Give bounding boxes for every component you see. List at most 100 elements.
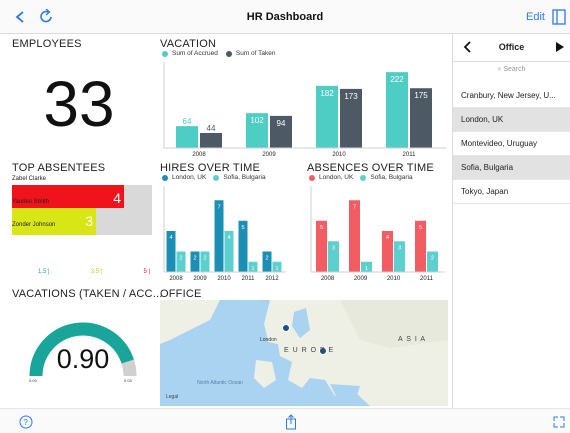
sidebar-search-input[interactable]: ⌕ Search: [453, 66, 570, 74]
gauge-value: 0.90: [56, 344, 110, 374]
data-label: 4: [169, 235, 172, 241]
bar[interactable]: [176, 126, 198, 148]
vacation-bar-chart[interactable]: 64 44 2008 102 94 2009 182 173 2010 222 175 2011: [162, 62, 446, 158]
x-tick-label: 2010: [387, 276, 401, 282]
sidebar-item[interactable]: Tokyo, Japan: [453, 180, 570, 204]
scale-label: 5 |: [143, 269, 150, 275]
x-tick-label: 2012: [265, 276, 279, 282]
bar[interactable]: [200, 132, 222, 148]
map-label-north-atlantic: North Atlantic Ocean: [197, 380, 243, 386]
hires-bar-chart[interactable]: 4 2 2008 2 2 2009 7 4 2010 5 1 2011 2 1 2012: [162, 186, 286, 282]
fullscreen-icon[interactable]: [553, 416, 565, 428]
search-icon: ⌕: [497, 66, 502, 73]
data-label: 44: [207, 124, 216, 133]
data-label: 94: [277, 119, 286, 128]
map-label-europe: E U R O P E: [284, 347, 335, 354]
map-legal-link[interactable]: Legal: [166, 394, 178, 400]
absentee-scale: 1.5 | 3.5 | 5 |: [38, 269, 150, 275]
sidebar-item[interactable]: London, UK: [453, 108, 570, 132]
legend-swatch: [309, 174, 315, 181]
sidebar-title: Office: [498, 42, 525, 52]
top-absentees-title: TOP ABSENTEES: [12, 162, 106, 174]
hires-title: HIRES OVER TIME: [160, 162, 260, 174]
legend-swatch: [213, 174, 220, 181]
gauge-max-label: 0.03: [124, 378, 133, 383]
data-label: 3: [332, 245, 335, 251]
absences-legend: London, UK Sofia, Bulgaria: [309, 174, 413, 181]
data-label: 2: [431, 256, 434, 262]
legend-label: Sofia, Bulgaria: [223, 174, 266, 181]
data-label: 2: [203, 256, 206, 262]
legend-swatch: [162, 174, 168, 181]
x-tick-label: 2011: [420, 276, 434, 282]
page-title: HR Dashboard: [246, 11, 324, 23]
x-tick-label: 2009: [193, 276, 207, 282]
data-label: 1: [251, 266, 254, 272]
hires-legend: London, UK Sofia, Bulgaria: [162, 174, 266, 181]
bottom-bar: ?: [0, 408, 570, 433]
sidebar-item[interactable]: Montevideo, Uruguay: [453, 132, 570, 156]
x-tick-label: 2010: [332, 152, 346, 158]
vacation-title: VACATION: [160, 38, 217, 50]
x-tick-label: 2011: [403, 152, 417, 158]
map-label-london: London: [260, 337, 277, 343]
legend-swatch: [360, 174, 367, 181]
edit-button[interactable]: Edit: [526, 11, 545, 23]
gauge-min-label: 0.03: [29, 378, 38, 383]
x-tick-label: 2010: [217, 276, 231, 282]
legend-label: Sum of Accrued: [172, 50, 218, 57]
data-label: 3: [398, 245, 401, 251]
employees-title: EMPLOYEES: [12, 38, 82, 50]
x-tick-label: 2008: [169, 276, 183, 282]
data-label: 222: [390, 75, 404, 84]
data-label: 175: [414, 91, 428, 100]
bar[interactable]: [349, 200, 360, 272]
absentee-name: Zonder Johnson: [12, 222, 56, 228]
data-label: 4: [386, 235, 389, 241]
data-label: 182: [320, 89, 334, 98]
office-sidebar: Office ⌕ Search Cranbury, New Jersey, U.…: [452, 34, 570, 408]
office-map[interactable]: E U R O P E A S I A London North Atlanti…: [160, 300, 448, 406]
x-tick-label: 2011: [242, 276, 256, 282]
data-label: 1: [365, 266, 368, 272]
absentee-name: Yaudes Smith: [12, 199, 49, 205]
help-icon[interactable]: ?: [19, 415, 33, 429]
x-tick-label: 2009: [262, 152, 276, 158]
london-marker[interactable]: [282, 324, 290, 332]
x-tick-label: 2009: [354, 276, 368, 282]
share-icon[interactable]: [285, 414, 297, 430]
absences-bar-chart[interactable]: 5 3 2008 7 1 2009 4 3 2010 5 2 2011: [309, 186, 445, 282]
data-label: 5: [419, 225, 422, 231]
svg-text:?: ?: [23, 418, 28, 427]
legend-label: Sofia, Bulgaria: [370, 174, 413, 181]
data-label: 7: [353, 204, 356, 210]
data-label: 64: [183, 117, 192, 126]
data-label: 5: [241, 225, 244, 231]
sidebar-toggle-icon[interactable]: [552, 9, 566, 25]
legend-label: London, UK: [172, 174, 207, 181]
vacations-gauge-title: VACATIONS (TAKEN / ACC...: [12, 288, 163, 300]
vacation-legend: Sum of Accrued Sum of Taken: [162, 50, 276, 57]
legend-label: Sum of Taken: [235, 50, 276, 57]
data-label: 7: [217, 204, 220, 210]
x-tick-label: 2008: [321, 276, 335, 282]
data-label: 5: [320, 225, 323, 231]
data-label: 2: [193, 256, 196, 262]
sidebar-item[interactable]: Cranbury, New Jersey, U...: [453, 84, 570, 108]
data-label: 2: [265, 256, 268, 262]
data-label: 1: [275, 266, 278, 272]
play-icon[interactable]: [554, 40, 566, 54]
search-placeholder: Search: [503, 66, 526, 73]
map-label-asia: A S I A: [398, 336, 427, 343]
sidebar-item[interactable]: Sofia, Bulgaria: [453, 156, 570, 180]
employees-count: 33: [43, 68, 115, 140]
scale-label: 3.5 |: [90, 269, 103, 275]
bar[interactable]: [214, 200, 224, 272]
top-bar: HR Dashboard Edit: [0, 0, 570, 34]
data-label: 2: [179, 256, 182, 262]
x-tick-label: 2008: [192, 152, 206, 158]
office-map-title: OFFICE: [160, 288, 202, 300]
legend-swatch: [162, 50, 168, 57]
data-label: 4: [227, 235, 230, 241]
top-absentees-chart[interactable]: Zabel Clarke 4 Yaudes Smith 3 Zonder Johnson…: [12, 176, 152, 284]
